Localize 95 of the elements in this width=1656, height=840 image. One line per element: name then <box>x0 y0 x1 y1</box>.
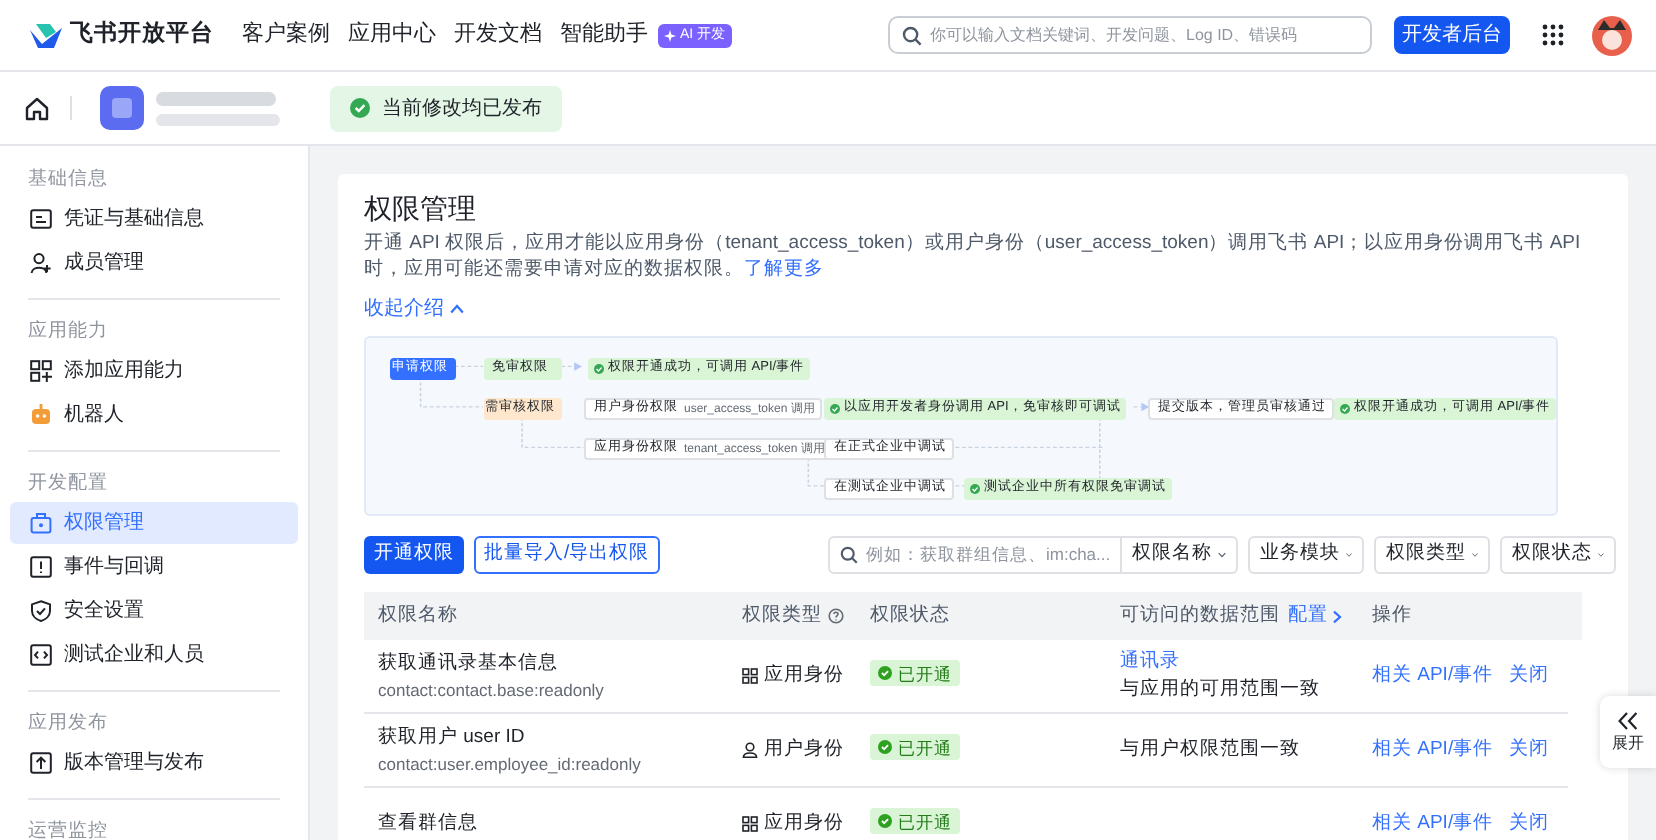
search-icon <box>902 25 922 45</box>
permission-name: 获取用户 user ID <box>378 725 527 749</box>
column-header: 权限名称 <box>378 601 458 630</box>
sidebar-item[interactable]: 安全设置 <box>10 590 298 632</box>
add-user-icon <box>30 252 52 274</box>
code-box-icon <box>30 644 52 666</box>
user-icon <box>742 742 758 758</box>
status-badge: 已开通 <box>870 734 960 761</box>
filter-dropdown[interactable]: 权限状态 <box>1500 536 1616 574</box>
intro-text: 开通 API 权限后，应用才能以应用身份（tenant_access_token）或用户身份（user_access_token）调用飞书 API；以应用身份调用飞书 API 时，应用可能还需要申请对应的数据权限。了解更多 <box>364 230 1583 282</box>
chevron-right-icon <box>1332 609 1342 623</box>
chevron-up-icon <box>450 304 464 314</box>
logo-text: 飞书开放平台 <box>70 18 214 50</box>
column-header: 操作 <box>1372 601 1412 630</box>
search-scope-dropdown[interactable]: 权限名称 <box>1122 536 1238 574</box>
config-link[interactable]: 配置 <box>1288 601 1342 631</box>
data-range-text: 与用户权限范围一致 <box>1120 738 1302 762</box>
section-title: 基础信息 <box>26 166 110 194</box>
sidebar-item[interactable]: 权限管理 <box>10 502 298 544</box>
status-badge: 已开通 <box>870 808 960 835</box>
connector-arrow <box>1132 402 1150 412</box>
filter-dropdown[interactable]: 权限类型 <box>1374 536 1490 574</box>
check-circle-icon <box>1340 404 1350 414</box>
permission-name: 查看群信息 <box>378 812 480 836</box>
upload-box-icon <box>30 752 52 774</box>
avatar[interactable] <box>1592 15 1632 55</box>
nav-link[interactable]: 应用中心 <box>348 18 436 52</box>
action-link[interactable]: 相关 API/事件 <box>1372 735 1494 765</box>
nav-link[interactable]: 客户案例 <box>242 18 330 52</box>
import-export-button[interactable]: 批量导入/导出权限 <box>474 536 660 574</box>
robot-icon <box>30 404 52 426</box>
permission-type: 应用身份 <box>764 661 844 690</box>
connector-line <box>419 376 484 408</box>
data-range-text: 与应用的可用范围一致 <box>1120 678 1322 702</box>
column-header: 权限状态 <box>870 601 950 630</box>
section-title: 应用能力 <box>26 318 110 346</box>
check-circle-icon <box>350 98 370 118</box>
action-link[interactable]: 相关 API/事件 <box>1372 809 1494 839</box>
sidebar-item[interactable]: 凭证与基础信息 <box>10 198 298 240</box>
action-link[interactable]: 关闭 <box>1509 809 1550 839</box>
page-title: 权限管理 <box>364 190 478 226</box>
sidebar-item[interactable]: 测试企业和人员 <box>10 634 298 676</box>
apps-grid-icon[interactable] <box>1542 24 1564 46</box>
sidebar-item[interactable]: 版本管理与发布 <box>10 742 298 784</box>
app-grid-icon <box>742 816 758 832</box>
shield-check-icon <box>30 600 52 622</box>
sidebar-item[interactable]: 机器人 <box>10 394 298 436</box>
id-card-icon <box>30 208 52 230</box>
action-link[interactable]: 相关 API/事件 <box>1372 661 1494 691</box>
sidebar-item[interactable]: 事件与回调 <box>10 546 298 588</box>
collapse-link[interactable]: 收起介绍 <box>364 294 464 324</box>
console-button[interactable]: 开发者后台 <box>1394 16 1510 54</box>
connector-arrow <box>560 362 582 371</box>
sparkle-icon <box>664 29 676 41</box>
check-circle-icon <box>878 740 892 755</box>
home-icon[interactable] <box>24 95 50 121</box>
status-badge: 已开通 <box>870 660 960 687</box>
app-icon <box>100 86 144 130</box>
search-field[interactable]: 你可以输入文档关键词、开发问题、Log ID、错误码 <box>888 16 1372 54</box>
sidebar-item[interactable]: 成员管理 <box>10 242 298 284</box>
action-link[interactable]: 关闭 <box>1509 661 1550 691</box>
column-header: 可访问的数据范围 <box>1120 601 1280 630</box>
check-circle-icon <box>878 814 892 829</box>
primary-button[interactable]: 开通权限 <box>364 536 464 574</box>
permission-type: 用户身份 <box>764 735 844 764</box>
sidebar-item[interactable]: 添加应用能力 <box>10 350 298 392</box>
check-circle-icon <box>878 666 892 681</box>
check-circle-icon <box>594 364 604 374</box>
check-circle-icon <box>970 484 980 494</box>
expand-button[interactable]: 展开 <box>1600 696 1656 768</box>
search-icon <box>840 546 858 564</box>
redacted-app-name <box>156 91 280 125</box>
filter-dropdown[interactable]: 业务模块 <box>1248 536 1364 574</box>
action-link[interactable]: 关闭 <box>1509 735 1550 765</box>
section-title: 开发配置 <box>26 470 110 498</box>
section-title: 应用发布 <box>26 710 110 738</box>
double-chevron-left-icon <box>1618 712 1638 730</box>
permission-scope: contact:contact.base:readonly <box>378 679 606 701</box>
check-circle-icon <box>830 404 840 414</box>
learn-more-link[interactable]: 了解更多 <box>744 258 824 280</box>
column-header: 权限类型 <box>742 601 822 630</box>
nav-link[interactable]: 开发文档 <box>454 18 542 52</box>
permission-scope: contact:user.employee_id:readonly <box>378 753 643 775</box>
grid-plus-icon <box>30 360 52 382</box>
logo-icon <box>30 23 62 47</box>
status-text: 当前修改均已发布 <box>382 95 542 123</box>
help-icon[interactable] <box>828 608 844 624</box>
app-grid-icon <box>742 668 758 684</box>
contacts-link[interactable]: 通讯录 <box>1120 650 1372 674</box>
permission-name: 获取通讯录基本信息 <box>378 651 560 675</box>
section-title: 运营监控 <box>26 818 110 840</box>
connector-line <box>453 365 484 368</box>
permission-type: 应用身份 <box>764 809 844 838</box>
permission-search-field[interactable]: 例如：获取群组信息、im:cha... <box>828 536 1122 574</box>
lock-icon <box>30 512 52 534</box>
